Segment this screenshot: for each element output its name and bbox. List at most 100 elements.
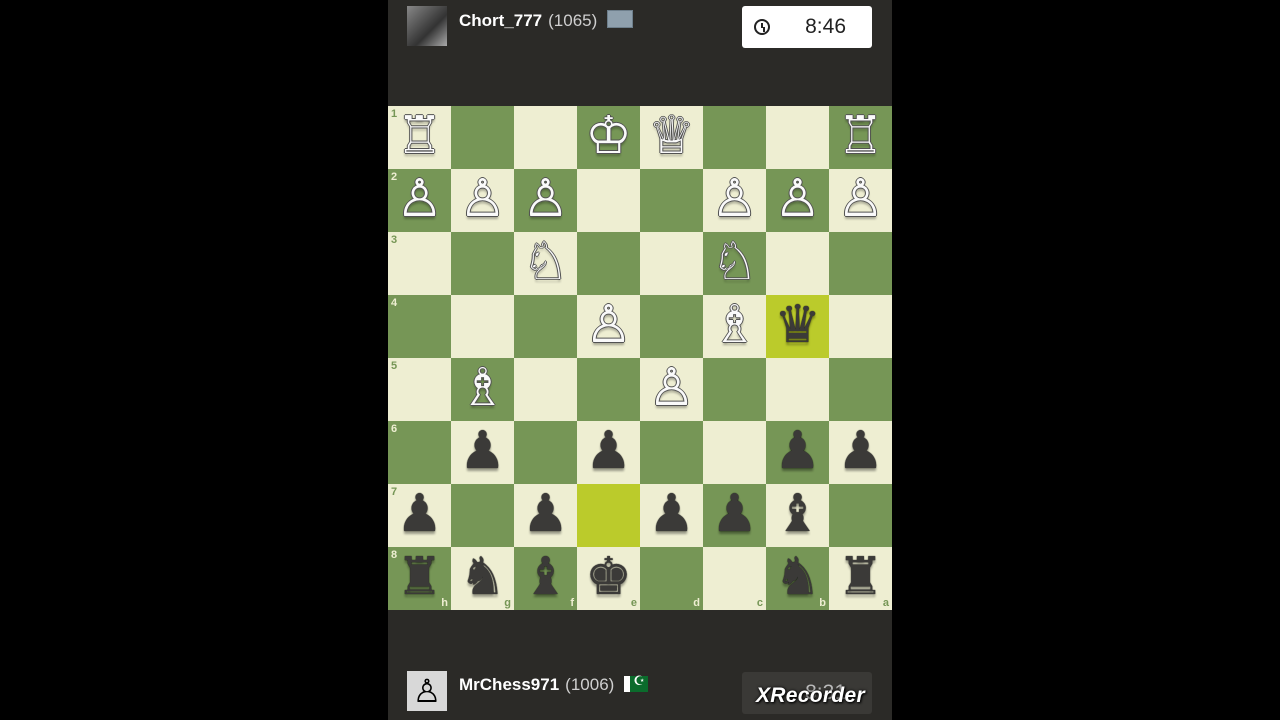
- square-g5[interactable]: ♗: [451, 358, 514, 421]
- square-e2[interactable]: [577, 169, 640, 232]
- square-h2[interactable]: 2 ♙: [388, 169, 451, 232]
- white-bishop-piece[interactable]: ♗: [459, 362, 506, 414]
- white-king-piece[interactable]: ♔: [585, 110, 632, 162]
- black-bishop-piece[interactable]: ♝: [522, 551, 569, 603]
- square-b5[interactable]: [766, 358, 829, 421]
- white-pawn-piece[interactable]: ♙: [459, 173, 506, 225]
- square-f5[interactable]: [514, 358, 577, 421]
- square-c4[interactable]: ♗: [703, 295, 766, 358]
- bottom-player-name[interactable]: MrChess971: [459, 675, 559, 694]
- black-queen-piece[interactable]: ♛: [774, 299, 821, 351]
- black-pawn-piece[interactable]: ♟: [774, 425, 821, 477]
- top-player-avatar[interactable]: [407, 6, 447, 46]
- square-g1[interactable]: [451, 106, 514, 169]
- square-e3[interactable]: [577, 232, 640, 295]
- black-rook-piece[interactable]: ♜: [837, 551, 884, 603]
- square-b6[interactable]: ♟: [766, 421, 829, 484]
- black-knight-piece[interactable]: ♞: [459, 551, 506, 603]
- white-pawn-piece[interactable]: ♙: [585, 299, 632, 351]
- white-pawn-piece[interactable]: ♙: [396, 173, 443, 225]
- square-d4[interactable]: [640, 295, 703, 358]
- black-king-piece[interactable]: ♚: [585, 551, 632, 603]
- square-b1[interactable]: [766, 106, 829, 169]
- white-pawn-piece[interactable]: ♙: [837, 173, 884, 225]
- square-c5[interactable]: [703, 358, 766, 421]
- black-pawn-piece[interactable]: ♟: [837, 425, 884, 477]
- square-d7[interactable]: ♟: [640, 484, 703, 547]
- white-rook-piece[interactable]: ♖: [837, 110, 884, 162]
- white-knight-piece[interactable]: ♘: [522, 236, 569, 288]
- white-rook-piece[interactable]: ♖: [396, 110, 443, 162]
- square-f3[interactable]: ♘: [514, 232, 577, 295]
- black-pawn-piece[interactable]: ♟: [648, 488, 695, 540]
- pawn-avatar-icon[interactable]: ♙: [407, 671, 447, 711]
- chess-board[interactable]: 1 ♖ ♔ ♕ ♖ 2 ♙ ♙ ♙ ♙ ♙ ♙ 3 ♘ ♘ 4 ♙ ♗ ♛ 5 ♗ ♙ 6 ♟ ♟ ♟ ♟ 7 ♟ ♟ ♟ ♟ ♝ 8 h ♜ g ♞ f ♝…: [388, 106, 892, 610]
- top-player-name[interactable]: Chort_777: [459, 11, 542, 30]
- square-a8[interactable]: a ♜: [829, 547, 892, 610]
- square-g6[interactable]: ♟: [451, 421, 514, 484]
- square-h8[interactable]: 8 h ♜: [388, 547, 451, 610]
- square-h3[interactable]: 3: [388, 232, 451, 295]
- square-e8[interactable]: e ♚: [577, 547, 640, 610]
- square-f1[interactable]: [514, 106, 577, 169]
- square-f6[interactable]: [514, 421, 577, 484]
- square-d5[interactable]: ♙: [640, 358, 703, 421]
- square-e4[interactable]: ♙: [577, 295, 640, 358]
- square-a2[interactable]: ♙: [829, 169, 892, 232]
- black-knight-piece[interactable]: ♞: [774, 551, 821, 603]
- black-pawn-piece[interactable]: ♟: [459, 425, 506, 477]
- square-a6[interactable]: ♟: [829, 421, 892, 484]
- square-h4[interactable]: 4: [388, 295, 451, 358]
- square-a3[interactable]: [829, 232, 892, 295]
- square-a1[interactable]: ♖: [829, 106, 892, 169]
- white-pawn-piece[interactable]: ♙: [648, 362, 695, 414]
- square-f8[interactable]: f ♝: [514, 547, 577, 610]
- square-d2[interactable]: [640, 169, 703, 232]
- white-queen-piece[interactable]: ♕: [648, 110, 695, 162]
- square-e5[interactable]: [577, 358, 640, 421]
- black-rook-piece[interactable]: ♜: [396, 551, 443, 603]
- square-e6[interactable]: ♟: [577, 421, 640, 484]
- square-f7[interactable]: ♟: [514, 484, 577, 547]
- black-pawn-piece[interactable]: ♟: [396, 488, 443, 540]
- square-d6[interactable]: [640, 421, 703, 484]
- white-bishop-piece[interactable]: ♗: [711, 299, 758, 351]
- square-a4[interactable]: [829, 295, 892, 358]
- black-bishop-piece[interactable]: ♝: [774, 488, 821, 540]
- black-pawn-piece[interactable]: ♟: [522, 488, 569, 540]
- white-pawn-piece[interactable]: ♙: [522, 173, 569, 225]
- square-b2[interactable]: ♙: [766, 169, 829, 232]
- square-a7[interactable]: [829, 484, 892, 547]
- square-b8[interactable]: b ♞: [766, 547, 829, 610]
- square-c2[interactable]: ♙: [703, 169, 766, 232]
- white-knight-piece[interactable]: ♘: [711, 236, 758, 288]
- square-c8[interactable]: c: [703, 547, 766, 610]
- square-c3[interactable]: ♘: [703, 232, 766, 295]
- square-d1[interactable]: ♕: [640, 106, 703, 169]
- square-b7[interactable]: ♝: [766, 484, 829, 547]
- square-h5[interactable]: 5: [388, 358, 451, 421]
- square-g8[interactable]: g ♞: [451, 547, 514, 610]
- square-b4[interactable]: ♛: [766, 295, 829, 358]
- square-g2[interactable]: ♙: [451, 169, 514, 232]
- square-c7[interactable]: ♟: [703, 484, 766, 547]
- square-f2[interactable]: ♙: [514, 169, 577, 232]
- square-g4[interactable]: [451, 295, 514, 358]
- square-d3[interactable]: [640, 232, 703, 295]
- square-a5[interactable]: [829, 358, 892, 421]
- square-h6[interactable]: 6: [388, 421, 451, 484]
- square-f4[interactable]: [514, 295, 577, 358]
- square-g3[interactable]: [451, 232, 514, 295]
- square-h7[interactable]: 7 ♟: [388, 484, 451, 547]
- square-c6[interactable]: [703, 421, 766, 484]
- black-pawn-piece[interactable]: ♟: [585, 425, 632, 477]
- white-pawn-piece[interactable]: ♙: [711, 173, 758, 225]
- square-g7[interactable]: [451, 484, 514, 547]
- square-e7[interactable]: [577, 484, 640, 547]
- square-d8[interactable]: d: [640, 547, 703, 610]
- black-pawn-piece[interactable]: ♟: [711, 488, 758, 540]
- square-e1[interactable]: ♔: [577, 106, 640, 169]
- square-h1[interactable]: 1 ♖: [388, 106, 451, 169]
- white-pawn-piece[interactable]: ♙: [774, 173, 821, 225]
- square-b3[interactable]: [766, 232, 829, 295]
